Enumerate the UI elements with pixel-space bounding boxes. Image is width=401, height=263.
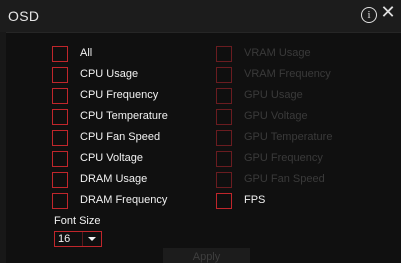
checkbox-vram-frequency [216, 67, 232, 83]
checkbox-fps[interactable] [216, 193, 232, 209]
checkbox-cpu-voltage[interactable] [52, 151, 68, 167]
osd-window: OSD i ✕ All CPU Usage CPU Frequency CPU Tem… [0, 0, 401, 263]
checkbox-cpu-fan-speed[interactable] [52, 130, 68, 146]
option-label: DRAM Frequency [80, 194, 168, 206]
option-label: DRAM Usage [80, 173, 148, 185]
option-label: GPU Fan Speed [244, 173, 325, 185]
checkbox-dram-frequency[interactable] [52, 193, 68, 209]
option-label: VRAM Usage [244, 47, 311, 59]
option-label: All [80, 47, 93, 59]
window-title: OSD [8, 8, 40, 24]
close-icon[interactable]: ✕ [380, 3, 396, 21]
title-bar: OSD i ✕ [0, 0, 401, 33]
checkbox-all[interactable] [52, 46, 68, 62]
checkbox-gpu-usage [216, 88, 232, 104]
option-label: FPS [244, 194, 266, 206]
dropdown-caret[interactable] [82, 232, 101, 246]
checkbox-dram-usage[interactable] [52, 172, 68, 188]
checkbox-gpu-frequency [216, 151, 232, 167]
checkbox-vram-usage [216, 46, 232, 62]
option-label: CPU Usage [80, 68, 139, 80]
apply-button[interactable]: Apply [163, 248, 250, 263]
checkbox-cpu-temperature[interactable] [52, 109, 68, 125]
font-size-select[interactable]: 16 [54, 231, 102, 247]
font-size-label: Font Size [54, 215, 101, 227]
option-label: CPU Frequency [80, 89, 159, 101]
chevron-down-icon [88, 237, 96, 241]
option-label: GPU Voltage [244, 110, 308, 122]
checkbox-cpu-usage[interactable] [52, 67, 68, 83]
option-label: CPU Fan Speed [80, 131, 161, 143]
option-label: CPU Temperature [80, 110, 168, 122]
option-label: GPU Temperature [244, 131, 333, 143]
checkbox-cpu-frequency[interactable] [52, 88, 68, 104]
option-label: GPU Frequency [244, 152, 323, 164]
option-label: CPU Voltage [80, 152, 143, 164]
side-strip [0, 32, 6, 263]
checkbox-gpu-voltage [216, 109, 232, 125]
font-size-value: 16 [58, 233, 71, 245]
option-label: GPU Usage [244, 89, 303, 101]
info-icon[interactable]: i [361, 7, 377, 23]
checkbox-gpu-fan-speed [216, 172, 232, 188]
option-label: VRAM Frequency [244, 68, 331, 80]
checkbox-gpu-temperature [216, 130, 232, 146]
